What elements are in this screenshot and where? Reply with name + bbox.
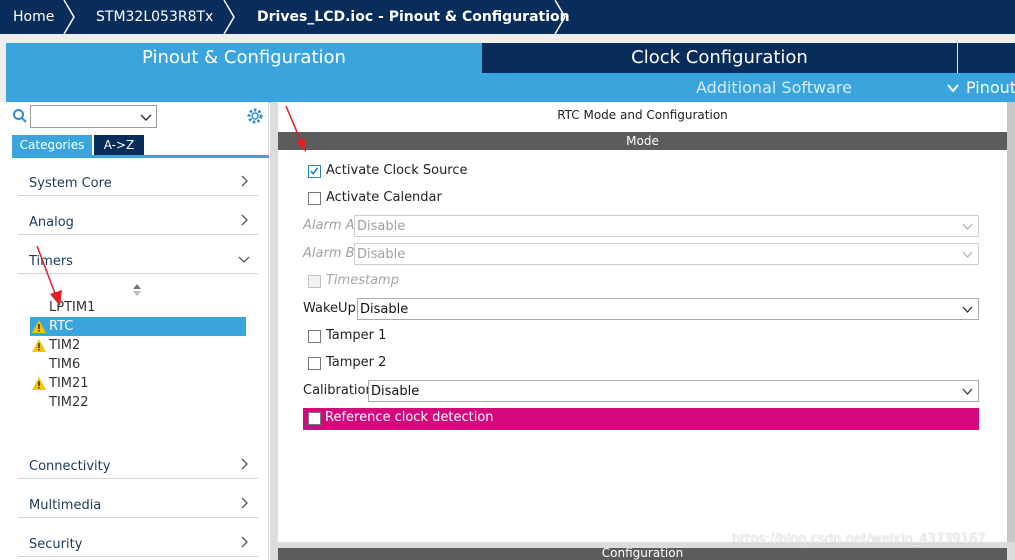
pinout-menu-button[interactable]: Pinout <box>966 73 1015 103</box>
watermark: https://blog.csdn.net/weixin_43739167 <box>732 532 986 547</box>
chevron-right-icon <box>241 458 248 470</box>
chevron-right-icon <box>241 536 248 548</box>
select-value: Disable <box>357 219 406 234</box>
field-label: Alarm A <box>303 218 355 233</box>
search-icon[interactable] <box>12 108 28 124</box>
checkmark-icon <box>310 167 319 175</box>
checkbox-box[interactable] <box>308 275 321 288</box>
tree-item-label: TIM6 <box>49 357 81 372</box>
gear-icon[interactable] <box>246 107 264 125</box>
breadcrumb: Home STM32L053R8Tx Drives_LCD.ioc - Pino… <box>0 0 1015 34</box>
annotation-arrow-icon <box>36 245 62 306</box>
alarm-a-field: Alarm A Disable <box>303 215 979 237</box>
category-multimedia[interactable]: Multimedia <box>18 490 258 518</box>
breadcrumb-separator-icon <box>554 0 566 34</box>
warning-icon <box>32 320 46 333</box>
tree-item-tim2[interactable]: TIM2 <box>30 336 246 355</box>
breadcrumb-separator-icon <box>63 0 75 34</box>
tree-item-label: TIM2 <box>49 338 81 353</box>
warning-icon <box>32 377 46 390</box>
category-label: Analog <box>29 215 74 230</box>
breadcrumb-project[interactable]: Drives_LCD.ioc - Pinout & Configuration <box>257 0 570 34</box>
checkbox-box[interactable] <box>308 192 321 205</box>
view-tab-underline <box>12 155 269 158</box>
tab-bar: Pinout & Configuration Clock Configurati… <box>0 34 1015 103</box>
tab-categories[interactable]: Categories <box>12 135 92 155</box>
breadcrumb-mcu[interactable]: STM32L053R8Tx <box>96 0 213 34</box>
sidebar: Categories A->Z System Core Analog Timer… <box>6 102 269 560</box>
select-value: Disable <box>360 302 409 317</box>
chevron-right-icon <box>241 175 248 187</box>
chevron-down-icon <box>962 306 973 313</box>
select-value: Disable <box>357 247 406 262</box>
field-label: Calibration <box>303 383 374 398</box>
field-label: WakeUp <box>303 301 356 316</box>
configuration-label: Configuration <box>601 548 684 560</box>
tree-item-label: RTC <box>49 319 74 334</box>
breadcrumb-home[interactable]: Home <box>13 0 54 34</box>
category-label: Connectivity <box>29 459 111 474</box>
category-label: System Core <box>29 176 112 191</box>
checkbox-label: Tamper 2 <box>326 355 387 370</box>
checkbox-box[interactable] <box>308 357 321 370</box>
tree-item-label: TIM22 <box>49 395 89 410</box>
category-system-core[interactable]: System Core <box>18 168 258 196</box>
category-connectivity[interactable]: Connectivity <box>18 451 258 479</box>
wakeup-field: WakeUp Disable <box>303 298 979 320</box>
checkbox-box[interactable] <box>308 165 321 178</box>
category-label: Security <box>29 537 83 552</box>
chevron-down-icon[interactable] <box>947 83 959 93</box>
breadcrumb-separator-icon <box>223 0 235 34</box>
annotation-arrow-icon <box>285 105 306 152</box>
stm32cubemx-window: Home STM32L053R8Tx Drives_LCD.ioc - Pino… <box>0 0 1015 560</box>
tab-a-z[interactable]: A->Z <box>94 135 144 155</box>
alarm-a-select[interactable]: Disable <box>354 215 979 237</box>
tree-item-rtc[interactable]: RTC <box>30 317 246 336</box>
tree-item-tim6[interactable]: TIM6 <box>30 355 246 374</box>
panel-title: RTC Mode and Configuration <box>557 108 728 122</box>
field-label: Alarm B <box>303 246 355 261</box>
select-value: Disable <box>371 384 420 399</box>
mode-section-header: Mode <box>278 132 1007 150</box>
chevron-right-icon <box>241 214 248 226</box>
checkbox-box[interactable] <box>308 330 321 343</box>
tab-pinout-configuration[interactable]: Pinout & Configuration <box>6 43 482 103</box>
checkbox-label: Tamper 1 <box>326 328 387 343</box>
category-analog[interactable]: Analog <box>18 207 258 235</box>
tab-clock-configuration[interactable]: Clock Configuration <box>482 43 957 73</box>
checkbox-label: Activate Clock Source <box>326 163 468 178</box>
checkbox-label: Timestamp <box>326 273 399 288</box>
search-combobox[interactable] <box>30 105 157 128</box>
chevron-down-icon <box>962 251 973 258</box>
tree-item-tim22[interactable]: TIM22 <box>30 393 246 412</box>
checkbox-box[interactable] <box>308 412 321 425</box>
tab-project-manager[interactable] <box>958 43 1015 73</box>
additional-software-button[interactable]: Additional Software <box>696 73 852 103</box>
tree-item-tim21[interactable]: TIM21 <box>30 374 246 393</box>
calibration-select[interactable]: Disable <box>368 380 979 402</box>
checkbox-label: Activate Calendar <box>326 190 442 205</box>
chevron-down-icon <box>238 256 250 263</box>
sort-icon[interactable] <box>132 283 142 297</box>
chevron-down-icon <box>962 223 973 230</box>
configuration-section-header: Configuration <box>278 548 1007 560</box>
chevron-down-icon <box>962 388 973 395</box>
checkbox-label: Reference clock detection <box>325 410 494 425</box>
chevron-right-icon <box>241 497 248 509</box>
alarm-b-select[interactable]: Disable <box>354 243 979 265</box>
mode-panel: RTC Mode and Configuration Mode Activate… <box>278 102 1007 542</box>
category-security[interactable]: Security <box>18 529 258 557</box>
rtc-config-panel: RTC Mode and Configuration Mode Activate… <box>270 102 1015 560</box>
subtab-row: Additional Software Pinout <box>482 73 1015 103</box>
reference-clock-detection-checkbox[interactable]: Reference clock detection <box>303 408 979 430</box>
calibration-field: Calibration Disable <box>303 380 979 402</box>
vertical-scrollbar[interactable] <box>1007 102 1015 542</box>
alarm-b-field: Alarm B Disable <box>303 243 979 265</box>
chevron-down-icon[interactable] <box>140 111 152 123</box>
warning-icon <box>32 339 46 352</box>
wakeup-select[interactable]: Disable <box>357 298 979 320</box>
category-label: Multimedia <box>29 498 102 513</box>
tree-item-label: TIM21 <box>49 376 89 391</box>
